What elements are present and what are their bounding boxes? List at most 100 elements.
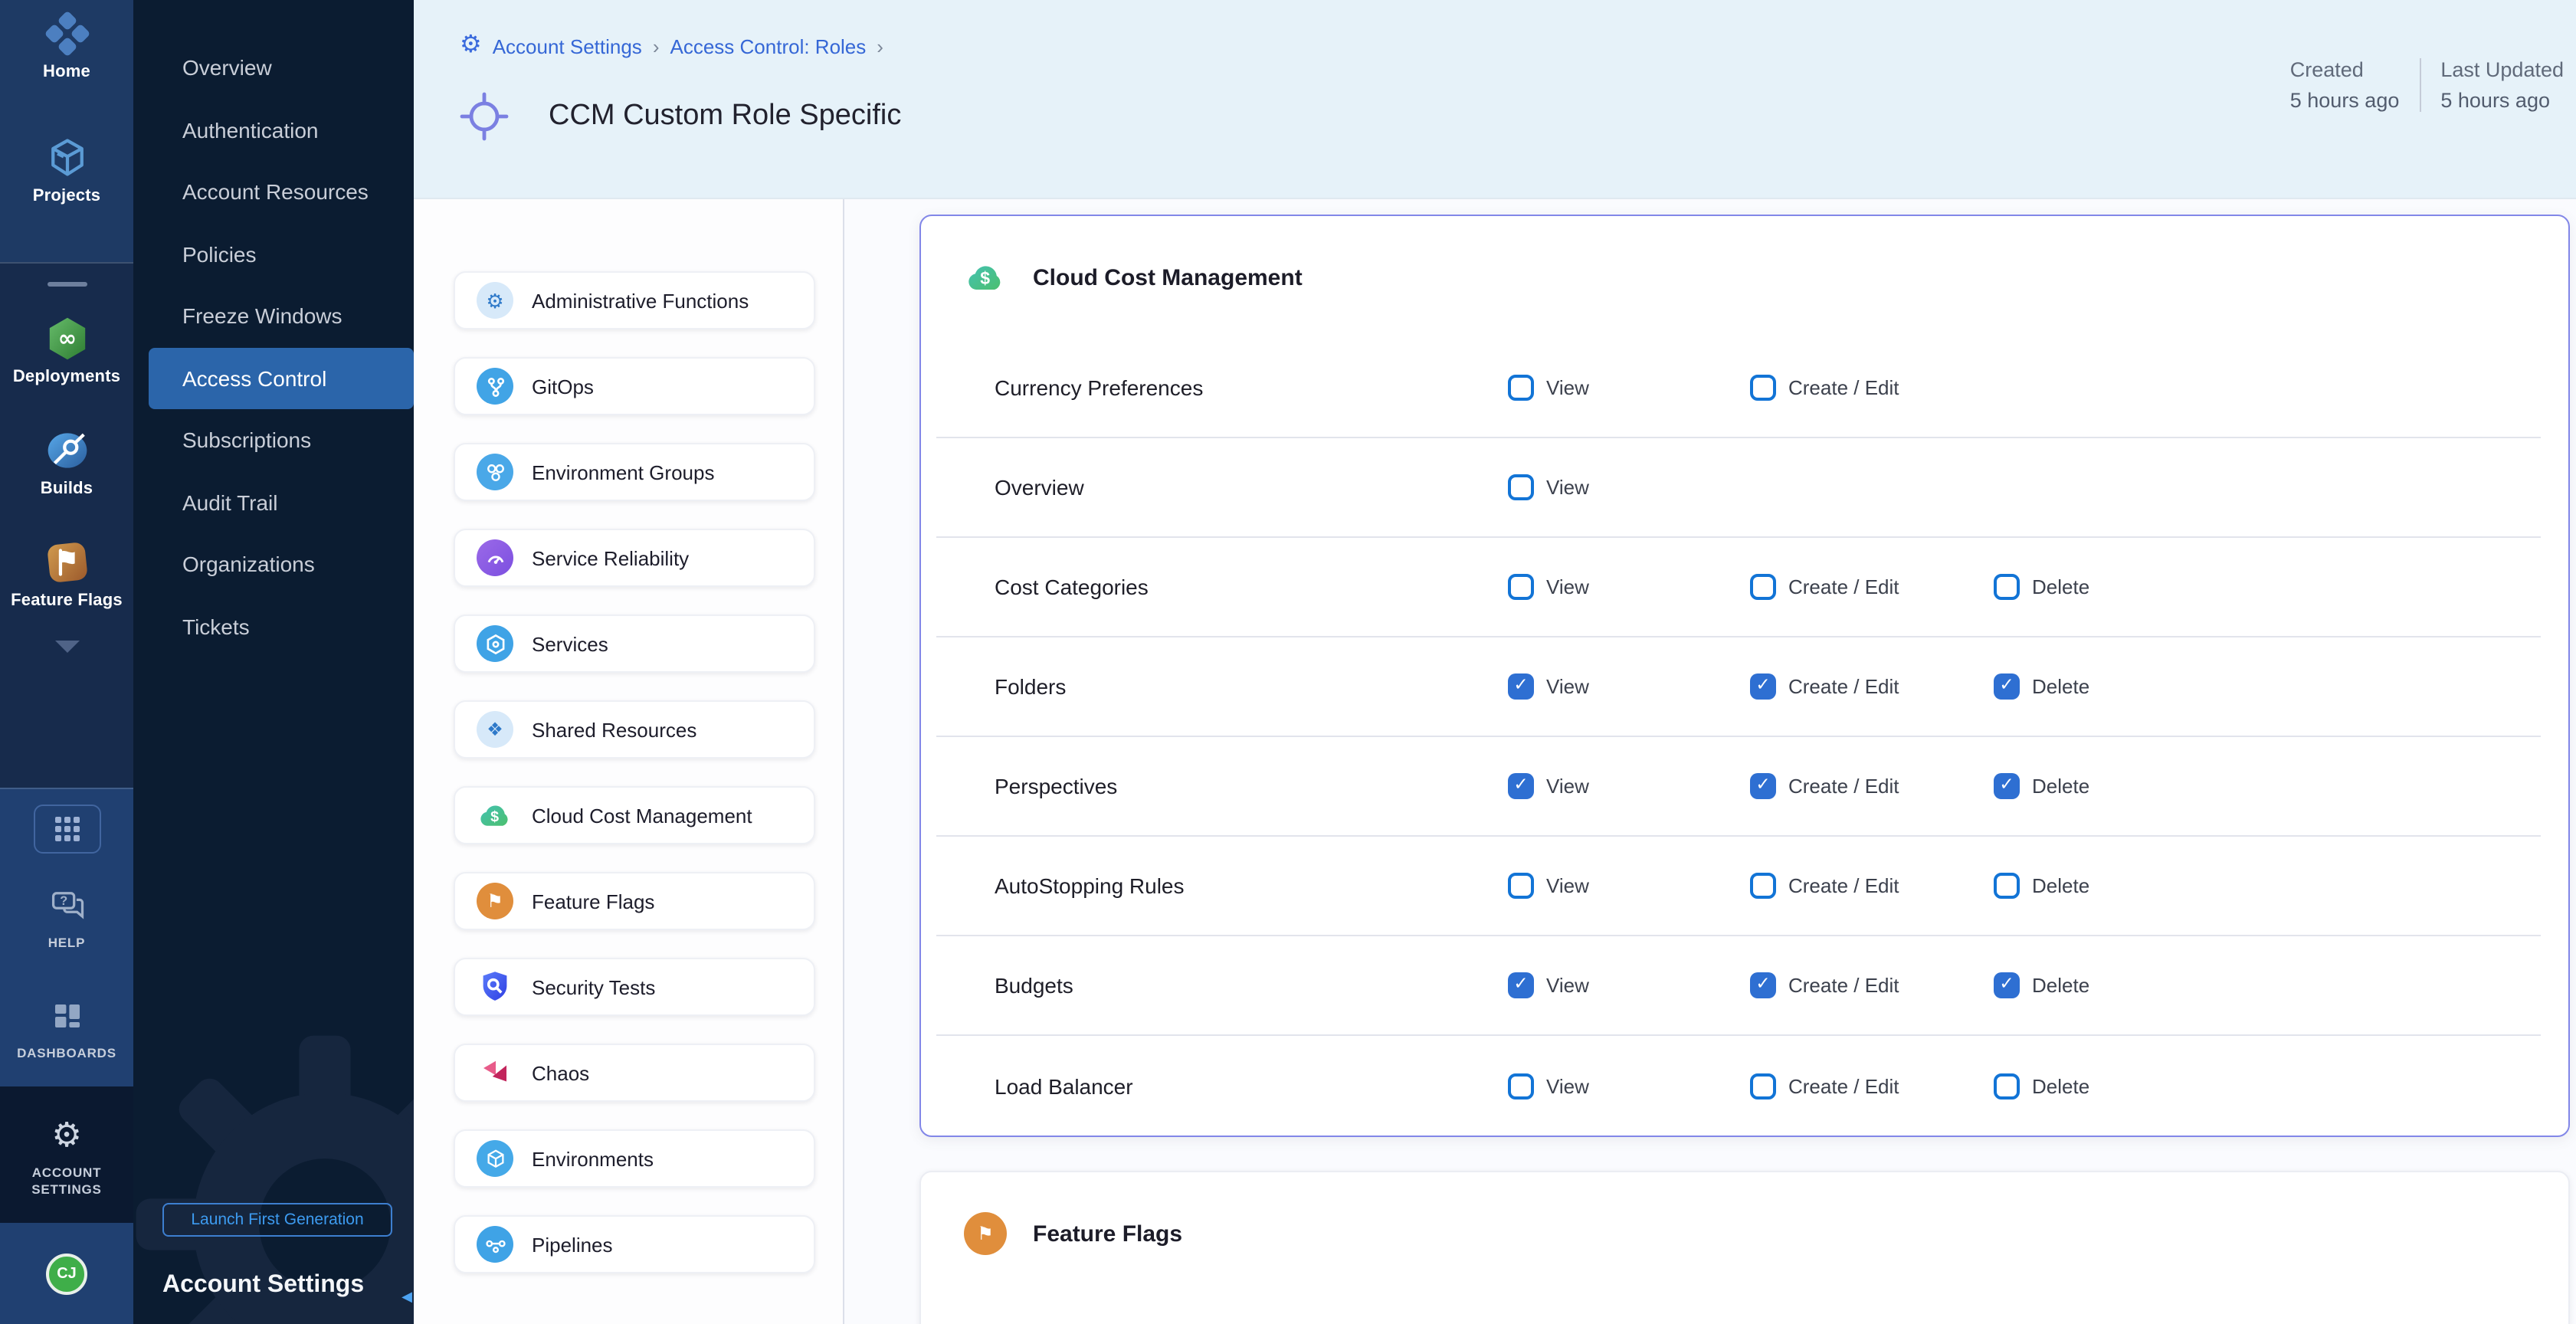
service-reliability-icon xyxy=(477,539,513,576)
delete-checkbox[interactable]: ✓ xyxy=(1994,773,2020,799)
delete-checkbox[interactable]: ✓ xyxy=(1994,673,2020,700)
resource-group-security-tests[interactable]: Security Tests xyxy=(454,958,815,1016)
permission-label: Create / Edit xyxy=(1788,675,1899,698)
permission-label: View xyxy=(1546,775,1589,798)
delete-checkbox[interactable]: ✓ xyxy=(1994,972,2020,998)
module-picker-button[interactable] xyxy=(33,805,100,854)
permission-row-cost-categories: Cost CategoriesViewCreate / EditDelete xyxy=(936,538,2541,637)
permission-row-currency-preferences: Currency PreferencesViewCreate / Edit xyxy=(936,339,2541,438)
nav-item-account-resources[interactable]: Account Resources xyxy=(133,161,414,223)
rail-item-label: Feature Flags xyxy=(11,592,123,610)
rail-item-account-settings[interactable]: ⚙ACCOUNTSETTINGS xyxy=(31,1111,101,1198)
create-edit-checkbox[interactable] xyxy=(1750,873,1776,899)
rail-item-deployments[interactable]: ∞Deployments xyxy=(0,314,133,386)
resource-group-administrative-functions[interactable]: ⚙Administrative Functions xyxy=(454,271,815,329)
permission-delete-option: Delete xyxy=(1994,1073,2089,1099)
permission-delete-option: Delete xyxy=(1994,574,2089,600)
pipelines-icon xyxy=(477,1226,513,1263)
view-checkbox[interactable] xyxy=(1508,873,1534,899)
delete-checkbox[interactable] xyxy=(1994,574,2020,600)
permission-label: Create / Edit xyxy=(1788,1074,1899,1097)
svg-text:∞: ∞ xyxy=(57,326,76,352)
create-edit-checkbox[interactable] xyxy=(1750,574,1776,600)
help-icon: ? xyxy=(42,881,91,930)
rail-item-label: Builds xyxy=(41,480,93,498)
resource-group-service-reliability[interactable]: Service Reliability xyxy=(454,529,815,587)
rail-item-label: Projects xyxy=(33,187,100,205)
permission-label: Create / Edit xyxy=(1788,376,1899,399)
rail-item-help[interactable]: ?HELP xyxy=(0,881,133,952)
shared-resources-icon: ❖ xyxy=(477,711,513,748)
create-edit-checkbox[interactable] xyxy=(1750,375,1776,401)
permission-delete-option: ✓ Delete xyxy=(1994,773,2089,799)
permission-resource-label: Perspectives xyxy=(995,774,1117,798)
resource-group-pipelines[interactable]: Pipelines xyxy=(454,1215,815,1273)
nav-item-tickets[interactable]: Tickets xyxy=(133,595,414,657)
permission-label: View xyxy=(1546,874,1589,897)
resource-group-chaos[interactable]: Chaos xyxy=(454,1044,815,1102)
resource-group-shared-resources[interactable]: ❖Shared Resources xyxy=(454,700,815,759)
resource-group-services[interactable]: Services xyxy=(454,614,815,673)
breadcrumb-access-control-roles[interactable]: Access Control: Roles xyxy=(670,34,867,57)
delete-checkbox[interactable] xyxy=(1994,1073,2020,1099)
create-edit-checkbox[interactable]: ✓ xyxy=(1750,773,1776,799)
resource-group-label: Cloud Cost Management xyxy=(532,804,752,827)
breadcrumb-account-settings[interactable]: Account Settings xyxy=(493,34,642,57)
permission-view-option: View xyxy=(1508,574,1589,600)
page-title: CCM Custom Role Specific xyxy=(549,100,901,133)
permission-resource-label: Budgets xyxy=(995,973,1073,998)
nav-item-authentication[interactable]: Authentication xyxy=(133,99,414,161)
view-checkbox[interactable] xyxy=(1508,474,1534,500)
feature-flags-icon: ⚑ xyxy=(964,1212,1007,1255)
chevron-down-icon[interactable] xyxy=(54,641,79,653)
nav-item-audit-trail[interactable]: Audit Trail xyxy=(133,471,414,533)
view-checkbox[interactable]: ✓ xyxy=(1508,972,1534,998)
collapse-sidenav-icon[interactable]: ◀ xyxy=(401,1289,412,1306)
create-edit-checkbox[interactable]: ✓ xyxy=(1750,972,1776,998)
permission-view-option: View xyxy=(1508,873,1589,899)
permission-label: Delete xyxy=(2032,974,2089,997)
launch-first-generation-button[interactable]: Launch First Generation xyxy=(162,1203,392,1237)
drag-handle-icon[interactable] xyxy=(47,282,87,287)
nav-item-organizations[interactable]: Organizations xyxy=(133,533,414,595)
permission-create-edit-option: ✓Create / Edit xyxy=(1750,972,1899,998)
role-target-icon xyxy=(460,92,509,141)
rail-item-dashboards[interactable]: DASHBOARDS xyxy=(0,991,133,1062)
view-checkbox[interactable]: ✓ xyxy=(1508,773,1534,799)
delete-checkbox[interactable] xyxy=(1994,873,2020,899)
nav-item-overview[interactable]: Overview xyxy=(133,37,414,99)
nav-item-access-control[interactable]: Access Control xyxy=(149,347,414,409)
view-checkbox[interactable] xyxy=(1508,574,1534,600)
module-rail: Home Projects ∞Deployments Builds Feature F… xyxy=(0,0,133,1324)
app-root: Home Projects ∞Deployments Builds Feature F… xyxy=(0,0,2576,1324)
resource-group-environments[interactable]: Environments xyxy=(454,1129,815,1188)
view-checkbox[interactable]: ✓ xyxy=(1508,673,1534,700)
admin-functions-icon: ⚙ xyxy=(477,282,513,319)
nav-item-freeze-windows[interactable]: Freeze Windows xyxy=(133,285,414,347)
rail-item-feature-flags[interactable]: Feature Flags xyxy=(0,538,133,610)
create-edit-checkbox[interactable]: ✓ xyxy=(1750,673,1776,700)
permission-label: Delete xyxy=(2032,1074,2089,1097)
nav-item-policies[interactable]: Policies xyxy=(133,223,414,285)
resource-group-cloud-cost-management[interactable]: $Cloud Cost Management xyxy=(454,786,815,844)
rail-item-home[interactable]: Home xyxy=(0,9,133,81)
view-checkbox[interactable] xyxy=(1508,375,1534,401)
rail-item-builds[interactable]: Builds xyxy=(0,426,133,498)
create-edit-checkbox[interactable] xyxy=(1750,1073,1776,1099)
cloud-cost-management-icon: $ xyxy=(964,256,1007,299)
resource-group-gitops[interactable]: GitOps xyxy=(454,357,815,415)
resource-group-environment-groups[interactable]: Environment Groups xyxy=(454,443,815,501)
rail-item-projects[interactable]: Projects xyxy=(0,133,133,205)
nav-item-subscriptions[interactable]: Subscriptions xyxy=(133,409,414,471)
environments-icon xyxy=(477,1140,513,1177)
resource-group-feature-flags[interactable]: ⚑Feature Flags xyxy=(454,872,815,930)
user-avatar[interactable]: CJ xyxy=(46,1253,87,1294)
permission-label: Delete xyxy=(2032,775,2089,798)
permission-resource-label: Cost Categories xyxy=(995,575,1149,599)
created-value: 5 hours ago xyxy=(2290,89,2400,112)
view-checkbox[interactable] xyxy=(1508,1073,1534,1099)
permission-label: Delete xyxy=(2032,675,2089,698)
permission-label: View xyxy=(1546,376,1589,399)
permission-create-edit-option: Create / Edit xyxy=(1750,375,1899,401)
sidenav-title: Account Settings xyxy=(162,1272,364,1299)
